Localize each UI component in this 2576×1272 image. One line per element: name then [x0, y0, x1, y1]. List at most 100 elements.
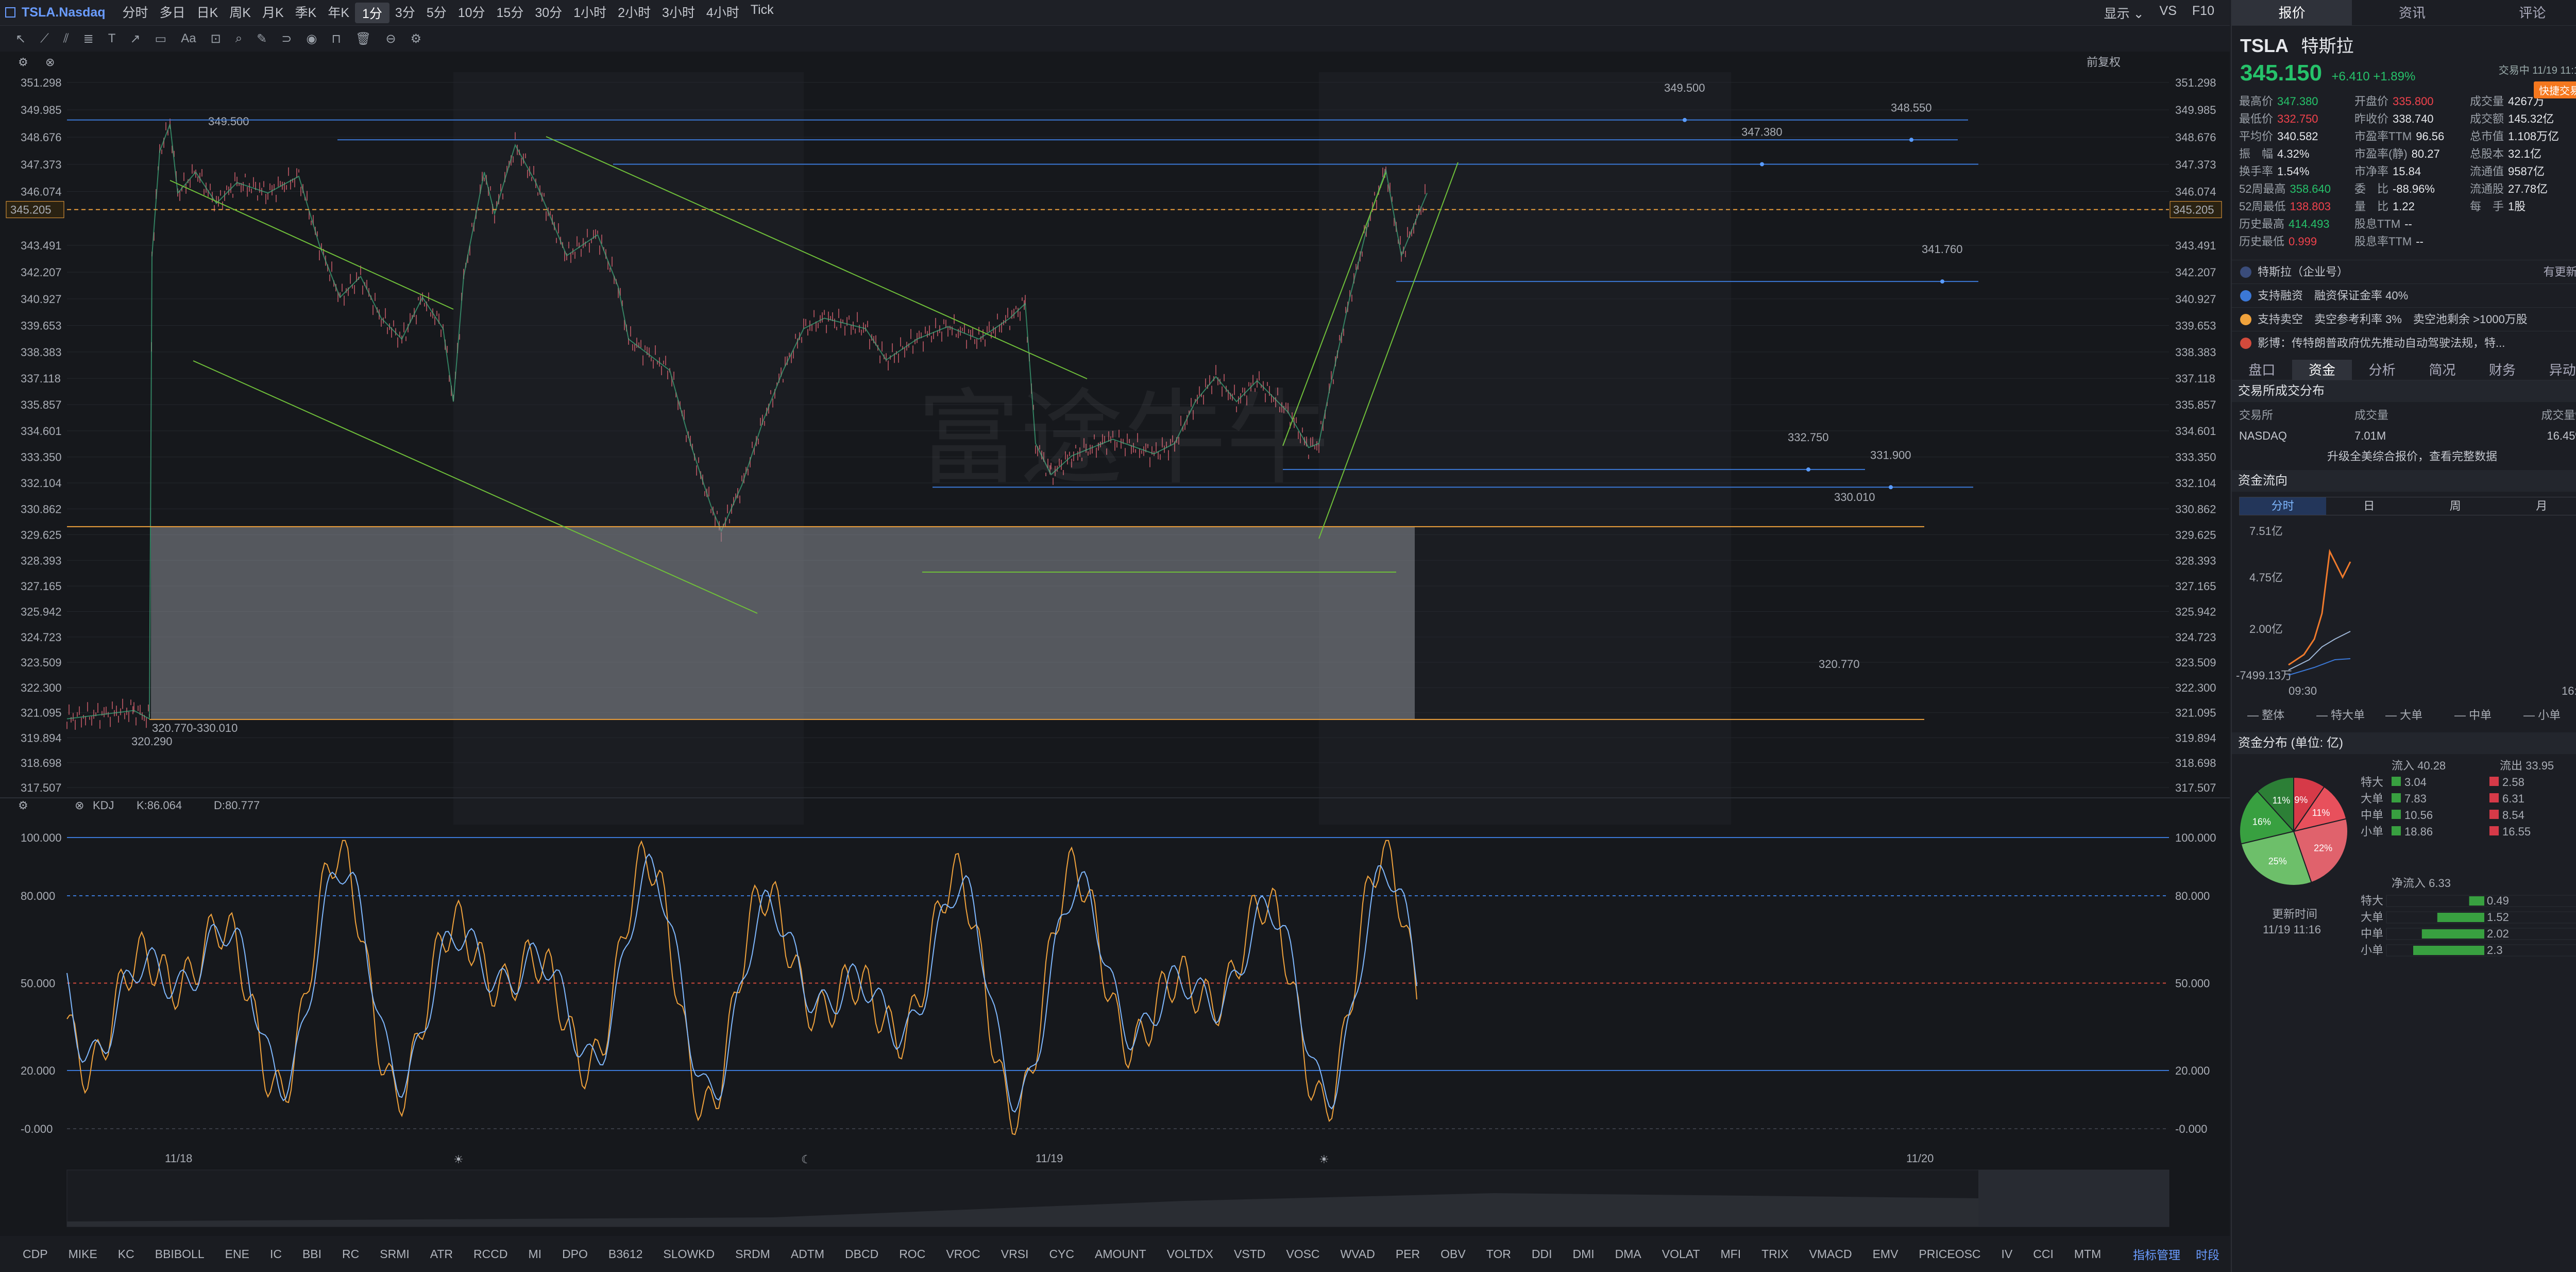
indicator-TRIX[interactable]: TRIX — [1761, 1247, 1788, 1261]
timeframe-年K[interactable]: 年K — [322, 3, 355, 23]
timeframe-4小时[interactable]: 4小时 — [701, 3, 745, 23]
indicator-VMACD[interactable]: VMACD — [1809, 1247, 1852, 1261]
indicator-SRMI[interactable]: SRMI — [380, 1247, 410, 1261]
cursor-icon[interactable]: ↖ — [15, 31, 26, 46]
indicator-VOSC[interactable]: VOSC — [1286, 1247, 1319, 1261]
timeframe-2小时[interactable]: 2小时 — [612, 3, 656, 23]
indicator-BBI[interactable]: BBI — [302, 1247, 321, 1261]
timeframe-多日[interactable]: 多日 — [154, 3, 191, 23]
indicator-tool[interactable]: 时段 — [2196, 1245, 2219, 1263]
line-tool-icon[interactable]: ⟋ — [40, 31, 49, 46]
indicator-ATR[interactable]: ATR — [430, 1247, 453, 1261]
timeframe-3分[interactable]: 3分 — [389, 3, 421, 23]
indicator-OBV[interactable]: OBV — [1440, 1247, 1466, 1261]
indicator-PER[interactable]: PER — [1396, 1247, 1420, 1261]
indicator-PRICEOSC[interactable]: PRICEOSC — [1919, 1247, 1980, 1261]
measure-tool-icon[interactable]: ⊡ — [211, 31, 221, 46]
indicator-B3612[interactable]: B3612 — [608, 1247, 643, 1261]
indicator-DMI[interactable]: DMI — [1572, 1247, 1594, 1261]
timeframe-周K[interactable]: 周K — [224, 3, 257, 23]
indicator-RCCD[interactable]: RCCD — [473, 1247, 507, 1261]
info-row[interactable]: 支持融资 融资保证金率 40% — [2232, 283, 2576, 307]
flow-tab[interactable]: 月 — [2499, 497, 2576, 515]
info-row[interactable]: 特斯拉（企业号） 有更新 › — [2232, 260, 2576, 283]
indicator-IV[interactable]: IV — [2002, 1247, 2013, 1261]
indicator-ADTM[interactable]: ADTM — [791, 1247, 824, 1261]
quick-trade-button[interactable]: 快捷交易 — [2534, 81, 2576, 98]
info-more[interactable]: 有更新 › — [2544, 260, 2576, 283]
info-row[interactable]: 影博：传特朗普政府优先推动自动驾驶法规，特... — [2232, 331, 2576, 355]
info-row[interactable]: 支持卖空 卖空参考利率 3% 卖空池剩余 >1000万股 — [2232, 307, 2576, 331]
timeframe-1分[interactable]: 1分 — [355, 2, 389, 23]
detail-tab[interactable]: 异动 — [2532, 360, 2576, 380]
indicator-SRDM[interactable]: SRDM — [735, 1247, 770, 1261]
indicator-MFI[interactable]: MFI — [1721, 1247, 1741, 1261]
timeframe-10分[interactable]: 10分 — [452, 3, 491, 23]
fib-tool-icon[interactable]: ≣ — [83, 31, 94, 46]
arrow-tool-icon[interactable]: ↗ — [130, 31, 140, 46]
pen-icon[interactable]: ✎ — [257, 31, 267, 46]
top-tool[interactable]: F10 — [2192, 4, 2214, 22]
indicator-AMOUNT[interactable]: AMOUNT — [1095, 1247, 1146, 1261]
timeframe-日K[interactable]: 日K — [191, 3, 224, 23]
detail-tab[interactable]: 资金 — [2292, 360, 2352, 380]
indicator-TOR[interactable]: TOR — [1486, 1247, 1511, 1261]
flow-tab[interactable]: 周 — [2412, 497, 2499, 515]
indicator-MTM[interactable]: MTM — [2074, 1247, 2101, 1261]
timeframe-15分[interactable]: 15分 — [491, 3, 530, 23]
timeframe-30分[interactable]: 30分 — [529, 3, 568, 23]
indicator-MI[interactable]: MI — [529, 1247, 542, 1261]
timeframe-季K[interactable]: 季K — [290, 3, 323, 23]
timeframe-分时[interactable]: 分时 — [117, 3, 154, 23]
indicator-VOLTDX[interactable]: VOLTDX — [1167, 1247, 1213, 1261]
flow-tab[interactable]: 日 — [2326, 497, 2413, 515]
channel-tool-icon[interactable]: ⫽ — [63, 31, 69, 46]
indicator-MIKE[interactable]: MIKE — [69, 1247, 97, 1261]
detail-tab[interactable]: 简况 — [2412, 360, 2472, 380]
indicator-DMA[interactable]: DMA — [1615, 1247, 1641, 1261]
indicator-VOLAT[interactable]: VOLAT — [1662, 1247, 1700, 1261]
panel-tab[interactable]: 评论 — [2472, 0, 2576, 25]
flow-tab[interactable]: 分时 — [2240, 497, 2326, 515]
exchange-upgrade-link[interactable]: 升级全美综合报价，查看完整数据 — [2239, 446, 2576, 467]
indicator-DBCD[interactable]: DBCD — [845, 1247, 878, 1261]
indicator-VSTD[interactable]: VSTD — [1234, 1247, 1265, 1261]
indicator-BBIBOLL[interactable]: BBIBOLL — [155, 1247, 205, 1261]
indicator-SLOWKD[interactable]: SLOWKD — [663, 1247, 715, 1261]
trash-icon[interactable]: 🗑 — [355, 31, 371, 46]
indicator-DDI[interactable]: DDI — [1532, 1247, 1552, 1261]
indicator-ROC[interactable]: ROC — [899, 1247, 925, 1261]
settings-icon[interactable]: ⚙ — [411, 31, 422, 46]
indicator-EMV[interactable]: EMV — [1873, 1247, 1899, 1261]
indicator-VRSI[interactable]: VRSI — [1001, 1247, 1029, 1261]
detail-tab[interactable]: 分析 — [2352, 360, 2412, 380]
rect-tool-icon[interactable]: ▭ — [155, 31, 167, 46]
magnet-icon[interactable]: ⊃ — [281, 31, 292, 46]
indicator-ENE[interactable]: ENE — [225, 1247, 249, 1261]
search-icon[interactable]: ⌕ — [235, 31, 242, 46]
lock-icon[interactable]: ⊓ — [331, 31, 341, 46]
indicator-DPO[interactable]: DPO — [562, 1247, 588, 1261]
indicator-tool[interactable]: 指标管理 — [2133, 1245, 2180, 1263]
indicator-CYC[interactable]: CYC — [1049, 1247, 1074, 1261]
timeframe-Tick[interactable]: Tick — [745, 3, 779, 23]
detail-tab[interactable]: 盘口 — [2232, 360, 2292, 380]
price-chart[interactable]: 351.298 351.298 349.985 349.985 348.676 348.6… — [0, 52, 2230, 1236]
timeframe-月K[interactable]: 月K — [257, 3, 290, 23]
detail-tab[interactable]: 财务 — [2472, 360, 2533, 380]
chart-svg[interactable]: 351.298 351.298 349.985 349.985 348.676 348.6… — [0, 52, 2230, 1236]
hide-icon[interactable]: ⊖ — [386, 31, 396, 46]
indicator-RC[interactable]: RC — [342, 1247, 359, 1261]
timeframe-1小时[interactable]: 1小时 — [568, 3, 612, 23]
top-tool[interactable]: 显示 ⌄ — [2104, 4, 2144, 22]
top-tool[interactable]: VS — [2160, 4, 2177, 22]
indicator-CDP[interactable]: CDP — [23, 1247, 48, 1261]
timeframe-5分[interactable]: 5分 — [421, 3, 452, 23]
indicator-VROC[interactable]: VROC — [946, 1247, 980, 1261]
panel-tab[interactable]: 报价 — [2232, 0, 2352, 25]
timeframe-3小时[interactable]: 3小时 — [656, 3, 701, 23]
symbol-label[interactable]: TSLA.Nasdaq — [22, 5, 106, 20]
indicator-KC[interactable]: KC — [118, 1247, 134, 1261]
text-tool-icon[interactable]: T — [108, 31, 116, 46]
indicator-WVAD[interactable]: WVAD — [1341, 1247, 1375, 1261]
